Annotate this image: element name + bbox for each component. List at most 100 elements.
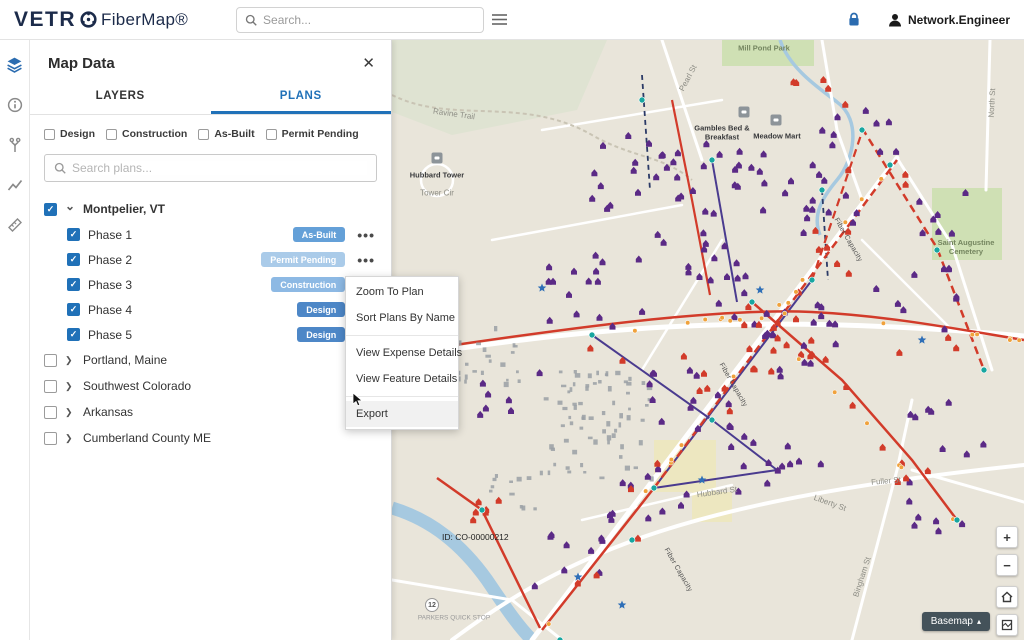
plan-group-cumberland[interactable]: Cumberland County ME (30, 425, 391, 451)
group-label: Southwest Colorado (83, 379, 192, 393)
app-logo: VETR FiberMap® (14, 8, 188, 32)
chevron-right-icon[interactable] (65, 407, 75, 418)
filter-construction[interactable]: Construction (106, 128, 187, 140)
filter-label: Design (60, 128, 96, 140)
basemap-button[interactable]: Basemap (921, 612, 990, 631)
zoom-in-button[interactable]: + (996, 526, 1018, 548)
status-badge: As-Built (292, 227, 346, 242)
panel-tabs: LAYERS PLANS (30, 82, 391, 115)
chevron-right-icon[interactable] (65, 433, 75, 444)
checkbox-cumberland[interactable] (44, 431, 57, 445)
filter-design[interactable]: Design (44, 128, 95, 140)
menu-item-view-feature-details[interactable]: View Feature Details (346, 366, 458, 392)
search-icon (54, 162, 66, 174)
fiber-routes (436, 74, 1024, 631)
route-shield: 12 (425, 598, 439, 612)
plan-row-phase-2[interactable]: Phase 2 Permit Pending ••• (30, 247, 391, 272)
home-icon (1001, 591, 1013, 603)
menu-item-zoom-to-plan[interactable]: Zoom To Plan (346, 279, 458, 305)
close-icon[interactable]: ✕ (362, 54, 375, 72)
plan-context-menu: Zoom To Plan Sort Plans By Name View Exp… (345, 276, 462, 430)
tab-plans[interactable]: PLANS (210, 82, 391, 114)
group-label: Arkansas (83, 405, 134, 419)
checkbox-phase-1[interactable] (67, 228, 80, 241)
splice-icon[interactable] (7, 137, 23, 153)
checkbox-portland[interactable] (44, 353, 57, 367)
lodging-icon (738, 106, 750, 118)
basemap-gallery-button[interactable] (996, 614, 1018, 636)
plan-menu-icon[interactable]: ••• (353, 253, 379, 267)
plan-row-phase-4[interactable]: Phase 4 Design ••• (30, 297, 391, 322)
checkbox-design[interactable] (44, 128, 55, 140)
status-badge: Design (297, 327, 346, 342)
status-badge: Permit Pending (261, 252, 346, 267)
group-label: Portland, Maine (83, 353, 168, 367)
menu-item-export[interactable]: Export (346, 401, 458, 427)
chevron-right-icon[interactable] (65, 355, 75, 366)
store-icon (770, 114, 782, 126)
checkbox-phase-4[interactable] (67, 303, 80, 316)
checkbox-phase-5[interactable] (67, 328, 80, 341)
map-data-panel: Map Data ✕ LAYERS PLANS Design Construct… (30, 40, 392, 640)
checkbox-arkansas[interactable] (44, 405, 57, 419)
status-filters: Design Construction As-Built Permit Pend… (30, 115, 391, 144)
status-badge: Design (297, 302, 346, 317)
checkbox-permit-pending[interactable] (265, 128, 277, 140)
plan-menu-icon[interactable]: ••• (353, 228, 379, 242)
checkbox-phase-3[interactable] (67, 278, 80, 291)
zoom-out-button[interactable]: − (996, 554, 1018, 576)
checkbox-construction[interactable] (106, 128, 118, 140)
panel-title: Map Data (48, 54, 115, 72)
chevron-down-icon[interactable] (65, 202, 75, 216)
plan-label: Phase 4 (88, 302, 133, 317)
plan-label: Phase 5 (88, 327, 133, 342)
filter-permit-pending[interactable]: Permit Pending (265, 128, 359, 140)
user-name: Network.Engineer (907, 12, 1010, 27)
plan-row-phase-5[interactable]: Phase 5 Design ••• (30, 322, 391, 347)
plan-group-montpelier[interactable]: Montpelier, VT (30, 196, 391, 222)
measure-icon[interactable] (7, 217, 23, 233)
tab-layers[interactable]: LAYERS (30, 82, 211, 114)
user-icon (888, 13, 901, 26)
user-menu[interactable]: Network.Engineer (887, 12, 1010, 28)
filter-label: Construction (122, 128, 188, 140)
filter-label: As-Built (214, 128, 255, 140)
info-icon[interactable] (7, 97, 23, 113)
logo-product-text: FiberMap® (101, 9, 189, 29)
plan-group-arkansas[interactable]: Arkansas (30, 399, 391, 425)
lock-icon[interactable] (847, 12, 861, 27)
group-label: Montpelier, VT (83, 202, 166, 216)
global-search[interactable] (236, 6, 485, 33)
home-button[interactable] (996, 586, 1018, 608)
checkbox-southwest-colorado[interactable] (44, 379, 57, 393)
analytics-icon[interactable] (7, 177, 23, 193)
group-label: Cumberland County ME (83, 431, 212, 445)
plan-row-phase-1[interactable]: Phase 1 As-Built ••• (30, 222, 391, 247)
plan-search[interactable] (44, 154, 377, 182)
menu-item-view-expense-details[interactable]: View Expense Details (346, 340, 462, 366)
map-markers (448, 76, 1022, 640)
checkbox-as-built[interactable] (198, 128, 210, 140)
plan-group-southwest-colorado[interactable]: Southwest Colorado (30, 373, 391, 399)
checkbox-montpelier[interactable] (44, 202, 57, 216)
chevron-right-icon[interactable] (65, 381, 75, 392)
plan-label: Phase 3 (88, 277, 133, 292)
map-canvas[interactable]: Mill Pond Park Pearl St North St Gambles… (392, 40, 1024, 640)
filter-as-built[interactable]: As-Built (198, 128, 255, 140)
menu-item-sort-plans[interactable]: Sort Plans By Name (346, 305, 458, 331)
basemap-icon (1001, 619, 1013, 631)
plan-group-portland[interactable]: Portland, Maine (30, 347, 391, 373)
search-icon (245, 14, 257, 26)
basemap (392, 40, 1024, 640)
menu-divider (346, 396, 458, 397)
tower-icon (431, 152, 443, 164)
global-search-input[interactable] (263, 12, 476, 27)
menu-icon[interactable] (492, 13, 508, 26)
layers-icon[interactable] (6, 56, 23, 73)
status-badge: Construction (271, 277, 346, 292)
plans-tree: Montpelier, VT Phase 1 As-Built ••• Phas… (30, 190, 391, 457)
plan-search-input[interactable] (72, 161, 367, 175)
checkbox-phase-2[interactable] (67, 253, 80, 266)
plan-row-phase-3[interactable]: Phase 3 Construction ••• (30, 272, 391, 297)
plan-label: Phase 1 (88, 227, 133, 242)
